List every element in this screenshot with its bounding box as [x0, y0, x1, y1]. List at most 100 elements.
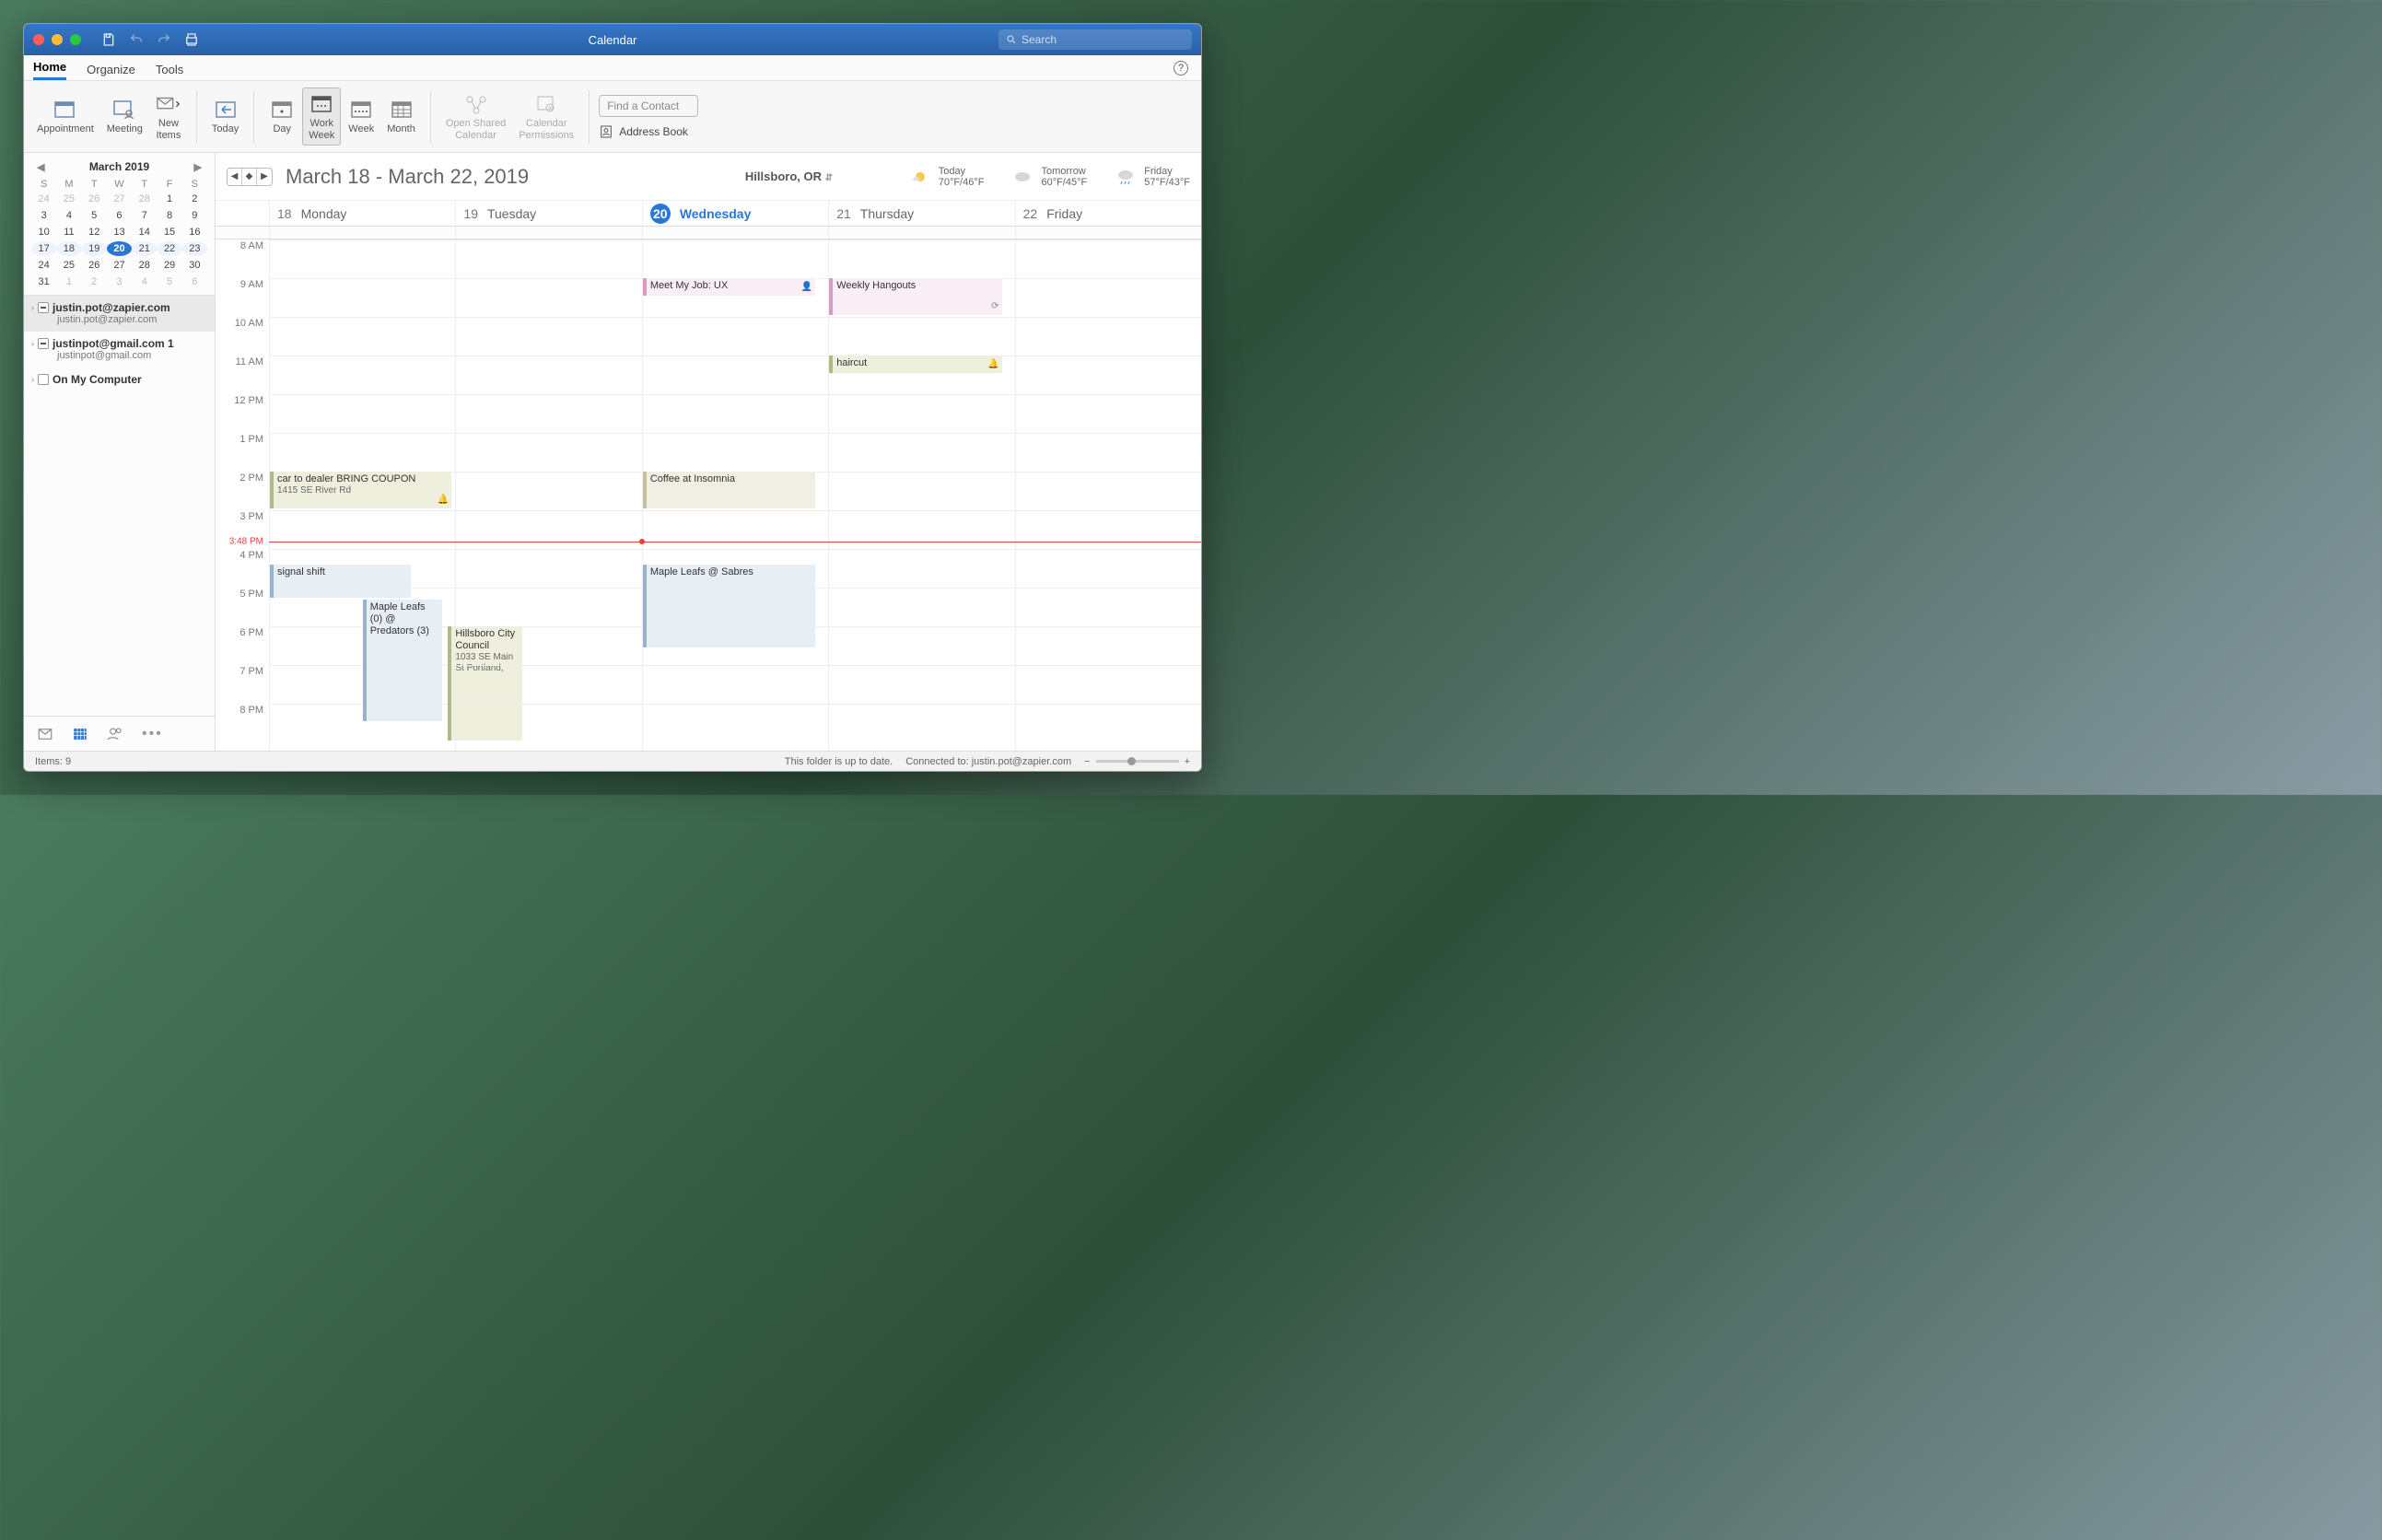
day-column[interactable] — [455, 239, 641, 751]
work-week-view-button[interactable]: Work Week — [302, 88, 341, 145]
mini-day[interactable]: 14 — [132, 225, 157, 239]
day-header[interactable]: 21Thursday — [828, 201, 1014, 226]
mini-day[interactable]: 1 — [56, 274, 81, 289]
all-day-row[interactable] — [216, 227, 1201, 239]
calendar-event[interactable]: Weekly Hangouts⟳ — [829, 278, 1001, 315]
tab-home[interactable]: Home — [33, 60, 66, 80]
mini-day[interactable]: 4 — [56, 208, 81, 223]
mini-day[interactable]: 1 — [157, 192, 181, 206]
mini-day[interactable]: 26 — [82, 192, 107, 206]
tab-organize[interactable]: Organize — [87, 63, 135, 80]
day-header[interactable]: 20Wednesday — [642, 201, 828, 226]
search-box[interactable]: Search — [998, 29, 1192, 50]
day-view-button[interactable]: Day — [263, 94, 300, 138]
today-button[interactable]: Today — [206, 94, 244, 138]
account-item[interactable]: › On My Computer — [24, 368, 215, 392]
mini-day[interactable]: 24 — [31, 192, 56, 206]
day-column[interactable]: car to dealer BRING COUPON1415 SE River … — [269, 239, 455, 751]
maximize-window[interactable] — [70, 34, 81, 45]
weather-card[interactable]: Friday57°F/43°F — [1115, 166, 1190, 188]
mini-day[interactable]: 3 — [31, 208, 56, 223]
mini-day[interactable]: 16 — [182, 225, 207, 239]
mini-day[interactable]: 12 — [82, 225, 107, 239]
mini-day[interactable]: 8 — [157, 208, 181, 223]
mini-day[interactable]: 10 — [31, 225, 56, 239]
next-month[interactable]: ▶ — [194, 161, 202, 173]
week-view-button[interactable]: Week — [343, 94, 379, 138]
mini-day[interactable]: 13 — [107, 225, 132, 239]
mini-day[interactable]: 31 — [31, 274, 56, 289]
nav-next[interactable]: ▶ — [257, 169, 272, 185]
mini-day[interactable]: 19 — [82, 241, 107, 256]
calendar-event[interactable]: haircut🔔 — [829, 356, 1001, 373]
calendar-event[interactable]: Maple Leafs @ Sabres — [643, 565, 815, 648]
save-icon[interactable] — [101, 32, 116, 47]
mini-day[interactable]: 27 — [107, 258, 132, 273]
mini-day[interactable]: 28 — [132, 192, 157, 206]
day-column[interactable]: Meet My Job: UX👤 Coffee at Insomnia Maple … — [642, 239, 828, 751]
mini-day[interactable]: 3 — [107, 274, 132, 289]
mini-day[interactable]: 7 — [132, 208, 157, 223]
time-grid[interactable]: 8 AM9 AM10 AM11 AM12 PM1 PM2 PM3 PM4 PM5… — [216, 239, 1201, 751]
zoom-in[interactable]: + — [1185, 756, 1190, 767]
mini-day[interactable]: 28 — [132, 258, 157, 273]
meeting-button[interactable]: Meeting — [101, 94, 148, 138]
mini-day[interactable]: 30 — [182, 258, 207, 273]
mini-day[interactable]: 15 — [157, 225, 181, 239]
day-column[interactable]: Weekly Hangouts⟳ haircut🔔 — [828, 239, 1014, 751]
day-header[interactable]: 18Monday — [269, 201, 455, 226]
zoom-out[interactable]: − — [1084, 756, 1090, 767]
mini-day[interactable]: 2 — [182, 192, 207, 206]
account-item[interactable]: › justin.pot@zapier.comjustin.pot@zapier… — [24, 296, 215, 332]
tab-tools[interactable]: Tools — [156, 63, 183, 80]
mini-day[interactable]: 25 — [56, 192, 81, 206]
mini-day[interactable]: 2 — [82, 274, 107, 289]
nav-today-diamond[interactable]: ◆ — [242, 169, 257, 185]
weather-location[interactable]: Hillsboro, OR ⇵ — [745, 169, 833, 183]
more-icon[interactable]: ••• — [142, 726, 163, 742]
zoom-control[interactable]: − + — [1084, 756, 1190, 767]
new-items-button[interactable]: New Items — [150, 88, 187, 144]
day-header[interactable]: 19Tuesday — [455, 201, 641, 226]
mini-day[interactable]: 21 — [132, 241, 157, 256]
weather-card[interactable]: Tomorrow60°F/45°F — [1011, 166, 1087, 188]
month-view-button[interactable]: Month — [381, 94, 421, 138]
mini-day[interactable]: 23 — [182, 241, 207, 256]
mini-day[interactable]: 26 — [82, 258, 107, 273]
mini-day[interactable]: 5 — [157, 274, 181, 289]
mini-day[interactable]: 18 — [56, 241, 81, 256]
mini-day[interactable]: 9 — [182, 208, 207, 223]
redo-icon[interactable] — [157, 32, 171, 47]
account-item[interactable]: › justinpot@gmail.com 1justinpot@gmail.c… — [24, 332, 215, 368]
calendar-event[interactable]: car to dealer BRING COUPON1415 SE River … — [270, 472, 451, 508]
help-button[interactable]: ? — [1173, 61, 1188, 76]
mini-day[interactable]: 20 — [107, 241, 132, 256]
mini-day[interactable]: 4 — [132, 274, 157, 289]
calendar-event[interactable]: Coffee at Insomnia — [643, 472, 815, 508]
day-column[interactable] — [1015, 239, 1201, 751]
print-icon[interactable] — [184, 32, 199, 47]
weather-card[interactable]: Today70°F/46°F — [909, 166, 985, 188]
undo-icon[interactable] — [129, 32, 144, 47]
mini-day[interactable]: 5 — [82, 208, 107, 223]
mini-day[interactable]: 6 — [107, 208, 132, 223]
day-header[interactable]: 22Friday — [1015, 201, 1201, 226]
close-window[interactable] — [33, 34, 44, 45]
mini-day[interactable]: 6 — [182, 274, 207, 289]
mail-icon[interactable] — [37, 726, 53, 742]
mini-day[interactable]: 24 — [31, 258, 56, 273]
mini-day[interactable]: 17 — [31, 241, 56, 256]
calendar-event[interactable]: Maple Leafs (0) @ Predators (3) — [363, 600, 443, 721]
mini-day[interactable]: 11 — [56, 225, 81, 239]
mini-day[interactable]: 27 — [107, 192, 132, 206]
calendar-event[interactable]: signal shift — [270, 565, 411, 598]
calendar-event[interactable]: Meet My Job: UX👤 — [643, 278, 815, 296]
nav-prev[interactable]: ◀ — [228, 169, 242, 185]
calendar-icon[interactable] — [72, 726, 88, 742]
people-icon[interactable] — [107, 726, 123, 742]
mini-day[interactable]: 29 — [157, 258, 181, 273]
minimize-window[interactable] — [52, 34, 63, 45]
address-book-button[interactable]: Address Book — [599, 124, 698, 139]
mini-day[interactable]: 25 — [56, 258, 81, 273]
find-contact-input[interactable]: Find a Contact — [599, 95, 698, 117]
